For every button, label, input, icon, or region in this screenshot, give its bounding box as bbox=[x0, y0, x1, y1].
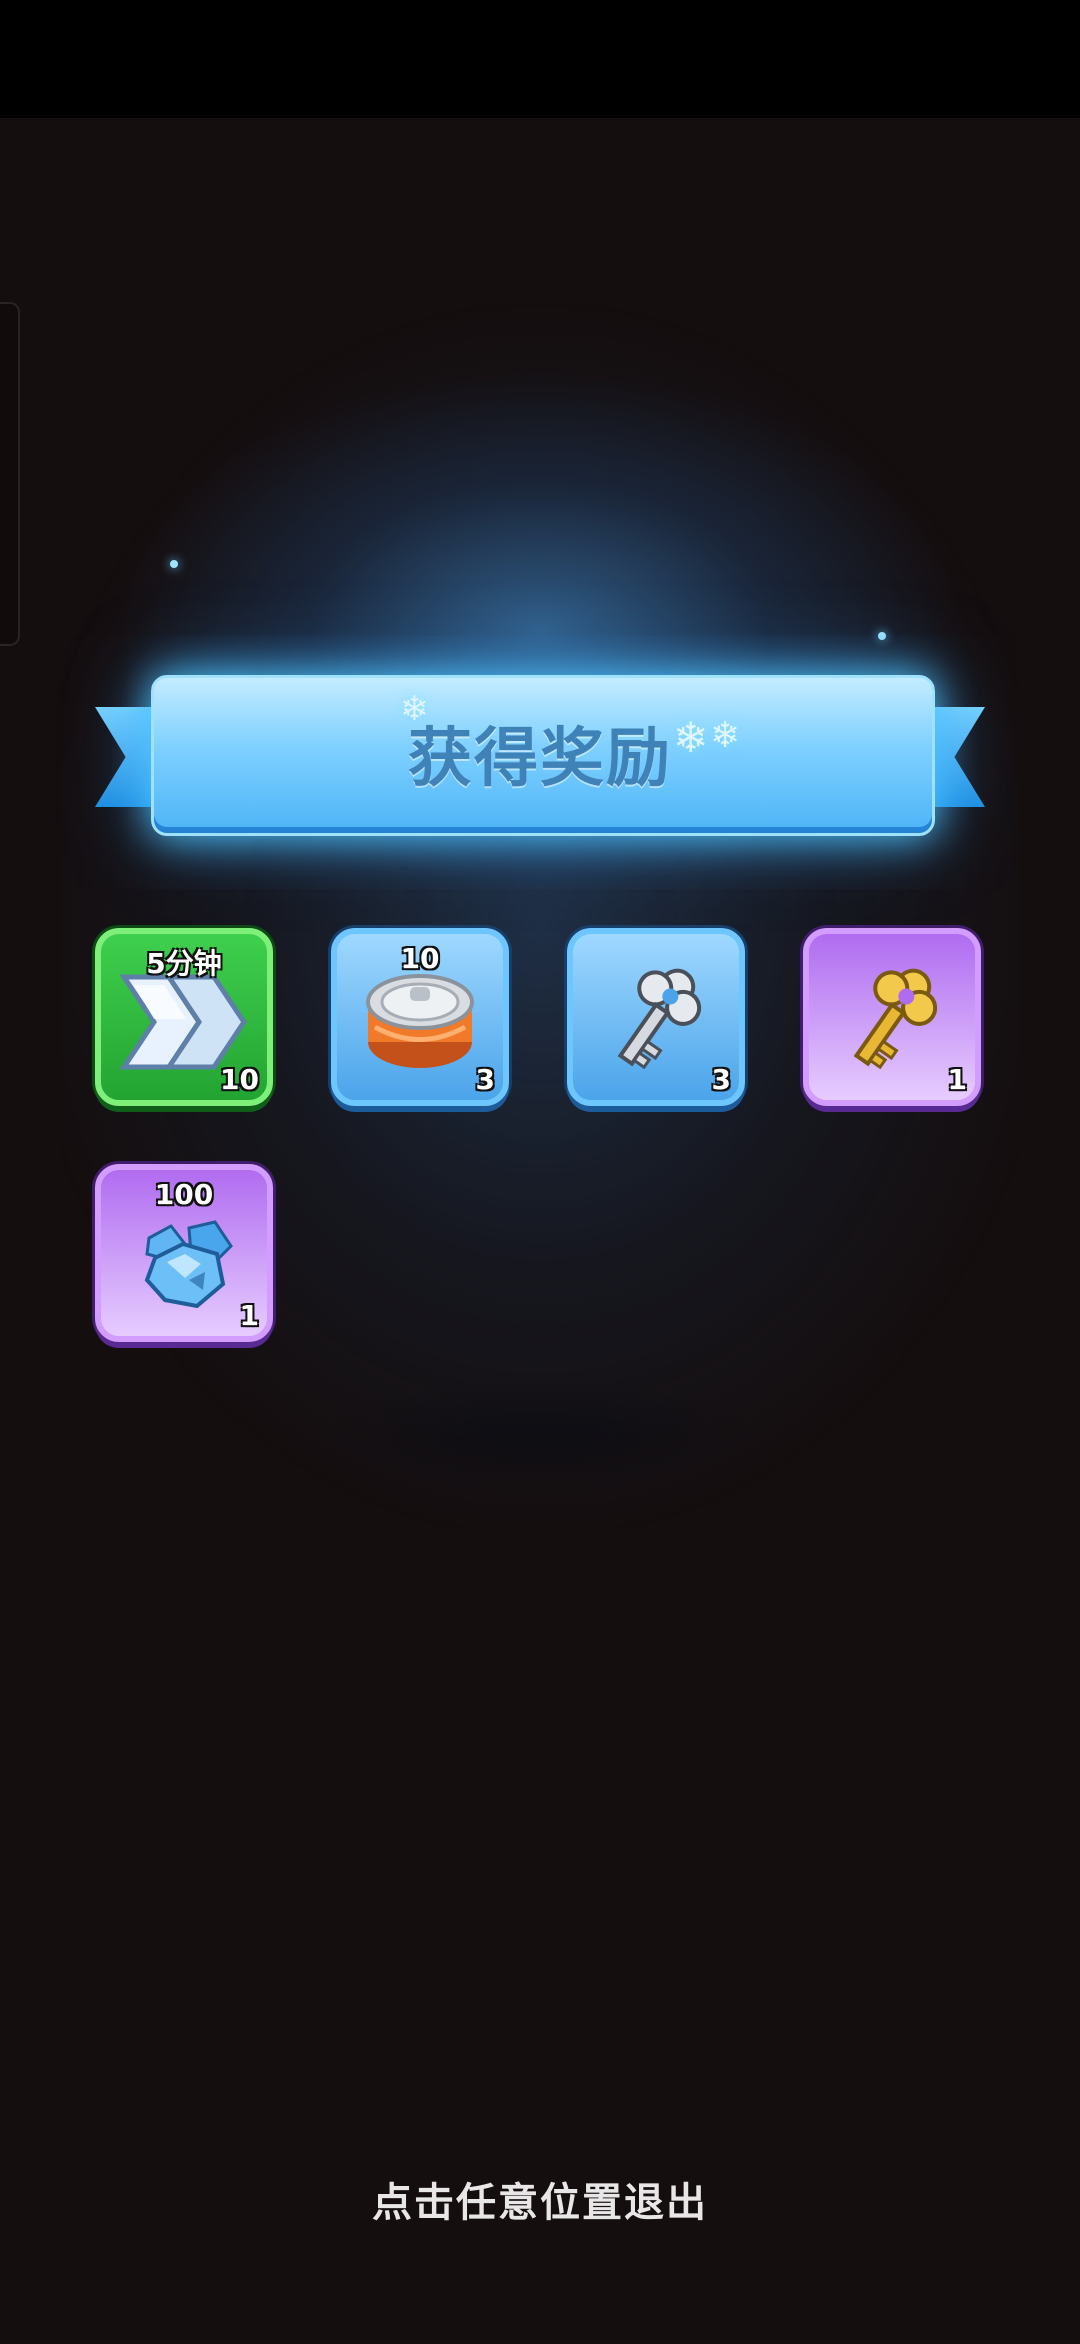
reward-screen[interactable]: 获得奖励 ❄ ❄ ❄ 5分钟 10 10 3 3 1 100 1 点击任意位置退… bbox=[0, 0, 1080, 2344]
reward-duration-label: 5分钟 bbox=[146, 947, 222, 980]
side-drawer-handle[interactable] bbox=[0, 302, 20, 646]
snowflake-icon: ❄ bbox=[710, 715, 741, 756]
banner-title: 获得奖励 bbox=[408, 721, 672, 796]
reward-count: 1 bbox=[239, 1299, 259, 1332]
reward-panel-background bbox=[60, 300, 1020, 1530]
reward-item-speedup[interactable]: 5分钟 10 bbox=[95, 928, 273, 1106]
reward-banner: 获得奖励 ❄ ❄ ❄ bbox=[95, 675, 985, 836]
reward-count: 3 bbox=[711, 1063, 731, 1096]
snowflake-icon: ❄ bbox=[400, 689, 429, 729]
reward-count: 3 bbox=[475, 1063, 495, 1096]
panel-shadow bbox=[320, 1380, 760, 1490]
tap-to-exit-hint[interactable]: 点击任意位置退出 bbox=[0, 2170, 1080, 2228]
status-bar bbox=[0, 0, 1080, 118]
snowflake-icon: ❄ bbox=[673, 713, 709, 762]
sparkle-dot bbox=[878, 632, 886, 640]
reward-item-food-can[interactable]: 10 3 bbox=[331, 928, 509, 1106]
reward-item-gold-key[interactable]: 1 bbox=[803, 928, 981, 1106]
reward-amount-label: 10 bbox=[400, 942, 440, 975]
reward-item-gems[interactable]: 100 1 bbox=[95, 1164, 273, 1342]
reward-item-silver-key[interactable]: 3 bbox=[567, 928, 745, 1106]
reward-count: 10 bbox=[220, 1063, 259, 1096]
reward-amount-label: 100 bbox=[154, 1178, 214, 1211]
reward-count: 1 bbox=[947, 1063, 967, 1096]
sparkle-dot bbox=[170, 560, 178, 568]
